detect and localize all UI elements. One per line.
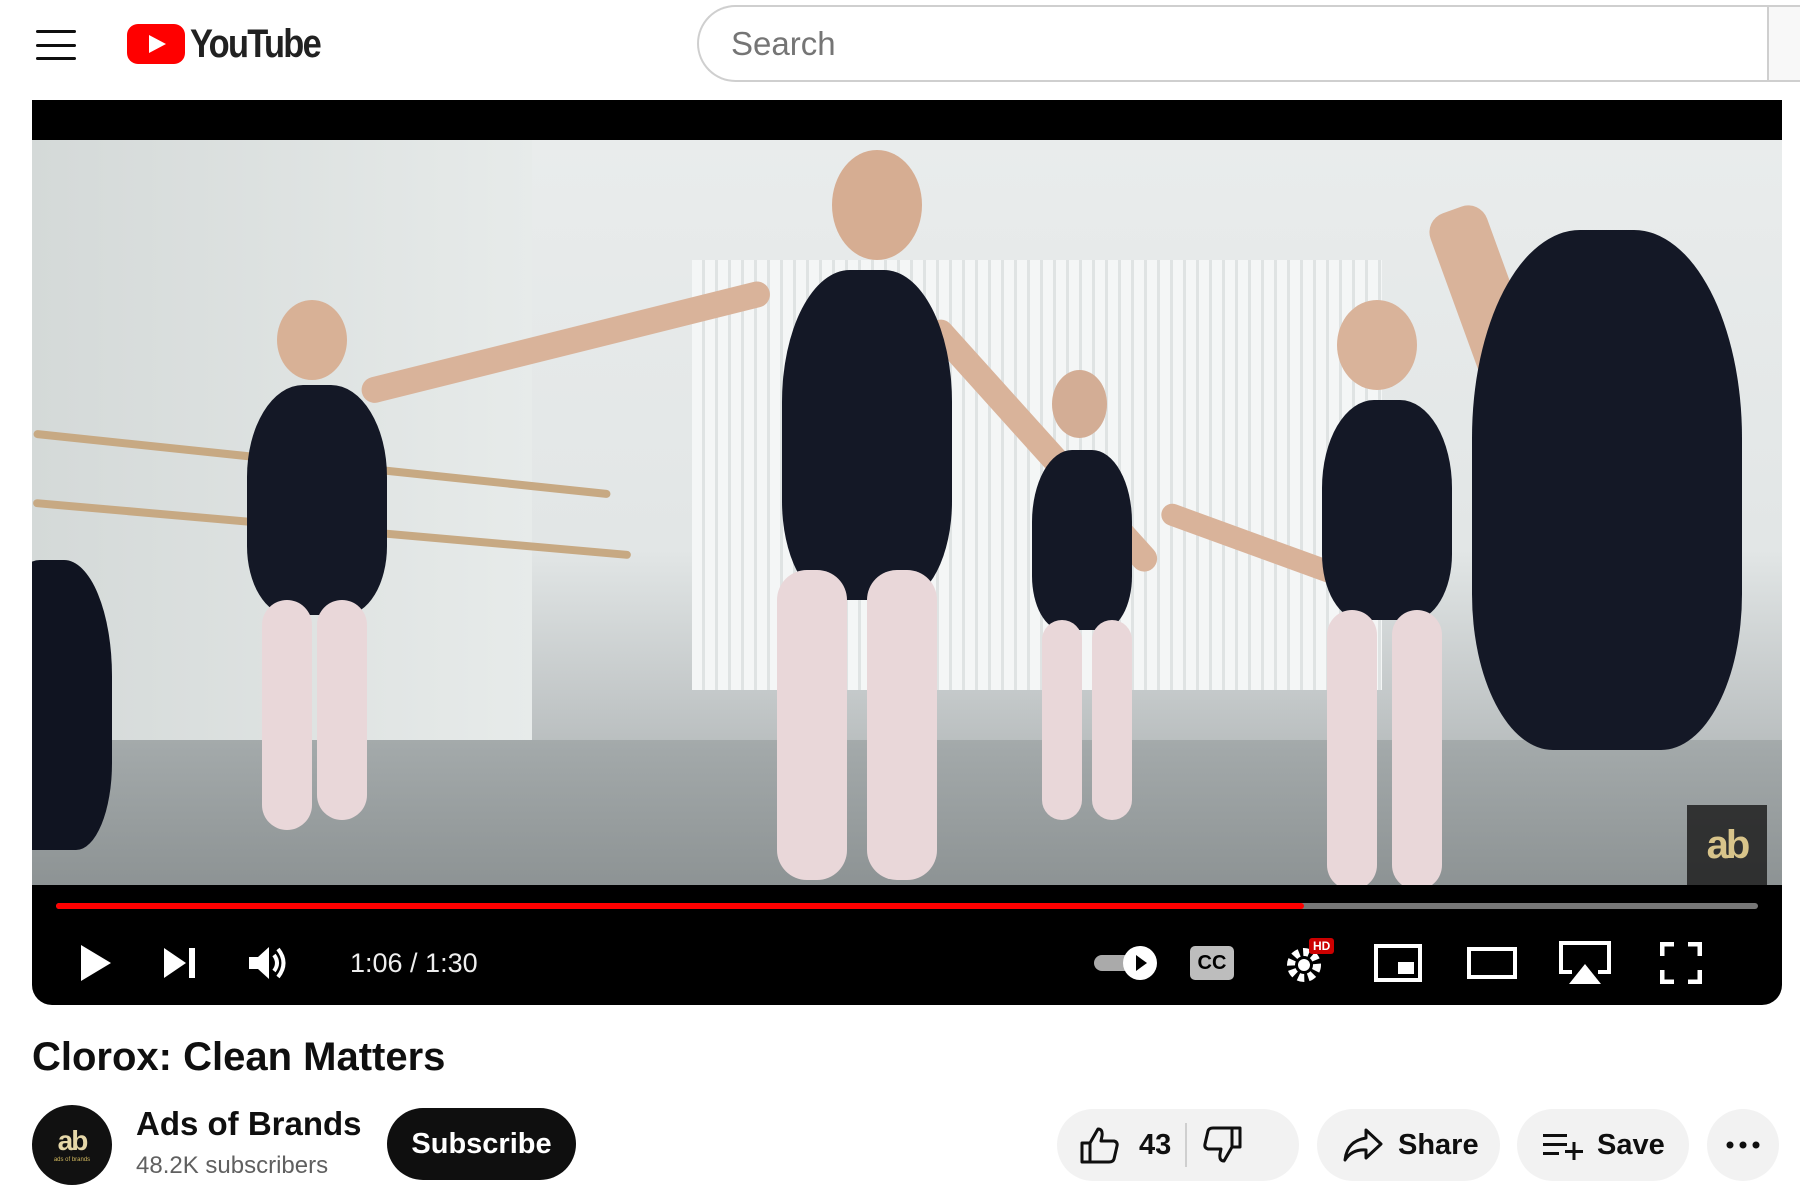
next-button[interactable]	[154, 930, 206, 996]
subscribe-button[interactable]: Subscribe	[387, 1108, 576, 1180]
avatar-logo-mark: ab	[57, 1125, 89, 1156]
theater-icon	[1467, 947, 1517, 979]
channel-avatar[interactable]: ab ads of brands	[32, 1105, 112, 1185]
channel-name[interactable]: Ads of Brands	[136, 1105, 362, 1143]
like-dislike-group: 43	[1057, 1109, 1299, 1181]
progress-bar[interactable]	[56, 903, 1758, 909]
like-divider	[1185, 1123, 1188, 1167]
skip-next-icon	[164, 948, 195, 978]
volume-icon	[249, 947, 286, 979]
like-button[interactable]: 43	[1079, 1125, 1171, 1165]
dislike-button[interactable]	[1201, 1125, 1243, 1165]
watermark-text: ab	[1706, 822, 1751, 867]
channel-watermark[interactable]: ab	[1687, 805, 1767, 885]
video-player[interactable]: ab 1:06 / 1:30 CC HD	[32, 100, 1782, 1005]
fullscreen-button[interactable]	[1652, 930, 1710, 996]
logo-text: YouTube	[190, 21, 322, 66]
save-label: Save	[1597, 1128, 1665, 1161]
playlist-add-icon	[1543, 1134, 1583, 1160]
subscriber-count: 48.2K subscribers	[136, 1152, 329, 1179]
thumbs-down-icon	[1203, 1126, 1242, 1163]
cc-label: CC	[1197, 951, 1227, 974]
search-input[interactable]: Search	[697, 5, 1800, 82]
theater-mode-button[interactable]	[1464, 930, 1520, 996]
airplay-icon	[1559, 941, 1611, 984]
youtube-play-logo-icon	[127, 24, 185, 64]
share-icon	[1343, 1128, 1383, 1162]
share-label: Share	[1398, 1128, 1479, 1161]
video-title: Clorox: Clean Matters	[32, 1035, 446, 1079]
miniplayer-icon	[1374, 944, 1422, 982]
play-button[interactable]	[70, 930, 122, 996]
cc-icon: CC	[1190, 946, 1234, 980]
more-actions-button[interactable]	[1707, 1109, 1779, 1181]
hd-badge: HD	[1309, 938, 1335, 954]
airplay-button[interactable]	[1554, 930, 1616, 996]
search-button[interactable]	[1767, 5, 1800, 82]
search-placeholder: Search	[731, 24, 836, 62]
miniplayer-button[interactable]	[1370, 930, 1426, 996]
more-horizontal-icon	[1726, 1141, 1760, 1149]
captions-button[interactable]: CC	[1182, 930, 1242, 996]
video-frame[interactable]: ab	[32, 140, 1782, 885]
autoplay-toggle[interactable]	[1092, 930, 1162, 996]
player-controls: 1:06 / 1:30 CC HD	[32, 930, 1782, 996]
autoplay-icon	[1094, 946, 1157, 980]
thumbs-up-icon	[1080, 1127, 1119, 1164]
avatar-logo-sub: ads of brands	[53, 1157, 91, 1163]
progress-played	[56, 903, 1304, 909]
hamburger-menu-icon[interactable]	[36, 30, 76, 60]
share-button[interactable]: Share	[1317, 1109, 1500, 1181]
play-icon	[81, 945, 111, 981]
time-display: 1:06 / 1:30	[350, 947, 478, 978]
youtube-logo[interactable]: YouTube	[127, 21, 341, 67]
fullscreen-icon	[1660, 942, 1702, 984]
settings-button[interactable]: HD	[1276, 930, 1336, 996]
volume-button[interactable]	[242, 930, 294, 996]
like-count: 43	[1139, 1128, 1172, 1161]
save-button[interactable]: Save	[1517, 1109, 1689, 1181]
